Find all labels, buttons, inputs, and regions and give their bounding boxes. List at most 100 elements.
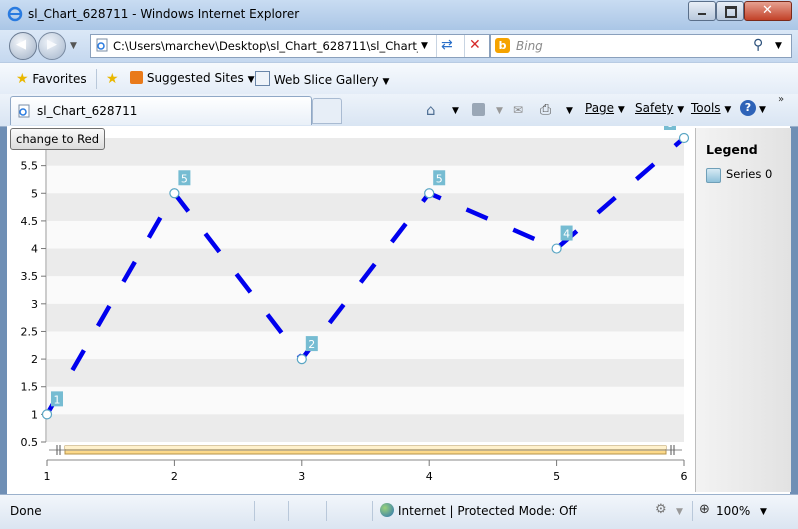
favorites-label: Favorites — [32, 72, 87, 86]
help-dropdown-icon[interactable]: ▼ — [759, 105, 766, 115]
print-icon[interactable]: ⎙ — [540, 102, 551, 118]
tab-label: sl_Chart_628711 — [37, 104, 138, 118]
address-dropdown-icon[interactable]: ▼ — [421, 41, 428, 51]
data-label: 2 — [308, 338, 315, 351]
data-point — [169, 188, 180, 199]
web-slice-icon — [255, 71, 270, 86]
back-button[interactable]: ◀ — [9, 32, 37, 60]
tab-active[interactable]: sl_Chart_628711 — [10, 96, 312, 125]
settings-icon[interactable]: ⚙ — [655, 502, 667, 517]
safety-menu-label: Safety — [635, 101, 674, 115]
page-icon — [95, 38, 109, 52]
mail-icon[interactable]: ✉ — [513, 103, 523, 117]
legend-entry-label: Series 0 — [726, 167, 773, 181]
address-text[interactable]: C:\Users\marchev\Desktop\sl_Chart_628711… — [113, 39, 418, 53]
y-tick-label: 2 — [31, 353, 38, 366]
divider — [372, 501, 373, 521]
divider — [326, 501, 327, 521]
title-bar: sl_Chart_628711 - Windows Internet Explo… — [0, 0, 798, 30]
change-to-red-button[interactable]: change to Red — [10, 128, 106, 150]
page-menu-label: Page — [585, 101, 615, 115]
y-tick-label: 5.5 — [21, 160, 39, 173]
y-tick-label: 1.5 — [21, 381, 39, 394]
stop-icon[interactable]: ✕ — [469, 37, 481, 53]
close-button[interactable]: ✕ — [744, 1, 792, 21]
search-box[interactable]: b Bing ⚲ ▼ — [490, 34, 792, 58]
suggested-sites-icon — [130, 71, 143, 84]
arrow-right-icon: ▶ — [47, 37, 57, 52]
feeds-dropdown-icon[interactable]: ▼ — [496, 106, 503, 116]
data-point — [296, 353, 307, 365]
x-tick-label: 3 — [298, 470, 305, 483]
divider — [464, 35, 465, 57]
search-input[interactable]: Bing — [516, 39, 543, 53]
page-menu-button[interactable]: Page ▼ — [585, 101, 625, 115]
divider — [96, 69, 97, 89]
scrollbar-highlight — [65, 446, 666, 449]
address-row: ◀ ▶ ▼ C:\Users\marchev\Desktop\sl_Chart_… — [0, 30, 798, 62]
status-text: Done — [10, 504, 42, 518]
data-label: 1 — [54, 393, 61, 406]
y-tick-label: 2.5 — [21, 325, 39, 338]
divider — [436, 35, 437, 57]
legend-title: Legend — [706, 142, 758, 157]
address-bar[interactable]: C:\Users\marchev\Desktop\sl_Chart_628711… — [90, 34, 490, 58]
forward-button[interactable]: ▶ — [38, 32, 66, 60]
globe-icon — [380, 503, 394, 517]
legend: Legend Series 0 — [695, 128, 791, 492]
search-icon[interactable]: ⚲ — [753, 37, 763, 53]
new-tab-button[interactable] — [312, 98, 342, 124]
grid-band — [47, 359, 684, 387]
suggested-sites-label: Suggested Sites — [146, 71, 244, 85]
safety-menu-button[interactable]: Safety ▼ — [635, 101, 684, 115]
data-label: 5 — [181, 172, 188, 185]
home-dropdown-icon[interactable]: ▼ — [452, 106, 459, 116]
maximize-icon — [725, 6, 737, 18]
zoom-level[interactable]: 100% — [716, 504, 750, 518]
maximize-button[interactable] — [716, 1, 744, 21]
web-slice-gallery-button[interactable]: Web Slice Gallery ▼ — [255, 71, 389, 87]
x-tick-label: 1 — [44, 470, 51, 483]
print-dropdown-icon[interactable]: ▼ — [566, 106, 573, 116]
arrow-left-icon: ◀ — [16, 37, 26, 52]
tools-menu-label: Tools — [691, 101, 721, 115]
divider — [288, 501, 289, 521]
minimize-button[interactable] — [688, 1, 716, 21]
data-label: 4 — [563, 228, 570, 241]
y-tick-label: 1 — [31, 408, 38, 421]
chevron-down-icon: ▼ — [382, 77, 390, 87]
help-icon[interactable]: ? — [740, 100, 756, 116]
x-tick-label: 6 — [681, 470, 688, 483]
data-label: 6 — [667, 126, 674, 130]
web-slice-gallery-label: Web Slice Gallery — [273, 73, 379, 87]
star-icon: ★ — [16, 71, 29, 87]
data-label: 5 — [436, 172, 443, 185]
page-icon — [17, 104, 31, 118]
add-favorite-icon[interactable]: ★ — [106, 71, 119, 87]
x-tick-label: 4 — [426, 470, 433, 483]
grid-band — [47, 193, 684, 221]
toolbar-overflow-icon[interactable]: » — [778, 94, 784, 105]
zoom-dropdown-icon[interactable]: ▼ — [760, 507, 767, 517]
chevron-down-icon[interactable]: ▼ — [676, 507, 683, 517]
refresh-icon[interactable]: ⇄ — [441, 38, 453, 52]
data-point — [551, 243, 562, 254]
feeds-icon[interactable] — [472, 103, 485, 116]
page-content: 0.511.522.533.544.555.56123456152546 cha… — [7, 126, 791, 494]
legend-swatch — [706, 168, 721, 183]
history-dropdown-icon[interactable]: ▼ — [70, 41, 77, 51]
chevron-down-icon: ▼ — [724, 105, 732, 115]
bing-logo-icon: b — [495, 38, 510, 53]
favorites-button[interactable]: ★ Favorites — [16, 71, 87, 87]
divider — [254, 501, 255, 521]
zoom-icon[interactable]: ⊕ — [699, 502, 710, 517]
search-options-dropdown-icon[interactable]: ▼ — [775, 41, 782, 51]
tools-menu-button[interactable]: Tools ▼ — [691, 101, 731, 115]
security-zone-text: Internet | Protected Mode: Off — [398, 504, 577, 518]
data-point — [41, 409, 53, 420]
x-tick-label: 5 — [553, 470, 560, 483]
home-icon[interactable]: ⌂ — [426, 101, 436, 119]
plot-area — [47, 138, 684, 442]
suggested-sites-button[interactable]: Suggested Sites ▼ — [130, 71, 254, 85]
chevron-down-icon: ▼ — [617, 105, 625, 115]
